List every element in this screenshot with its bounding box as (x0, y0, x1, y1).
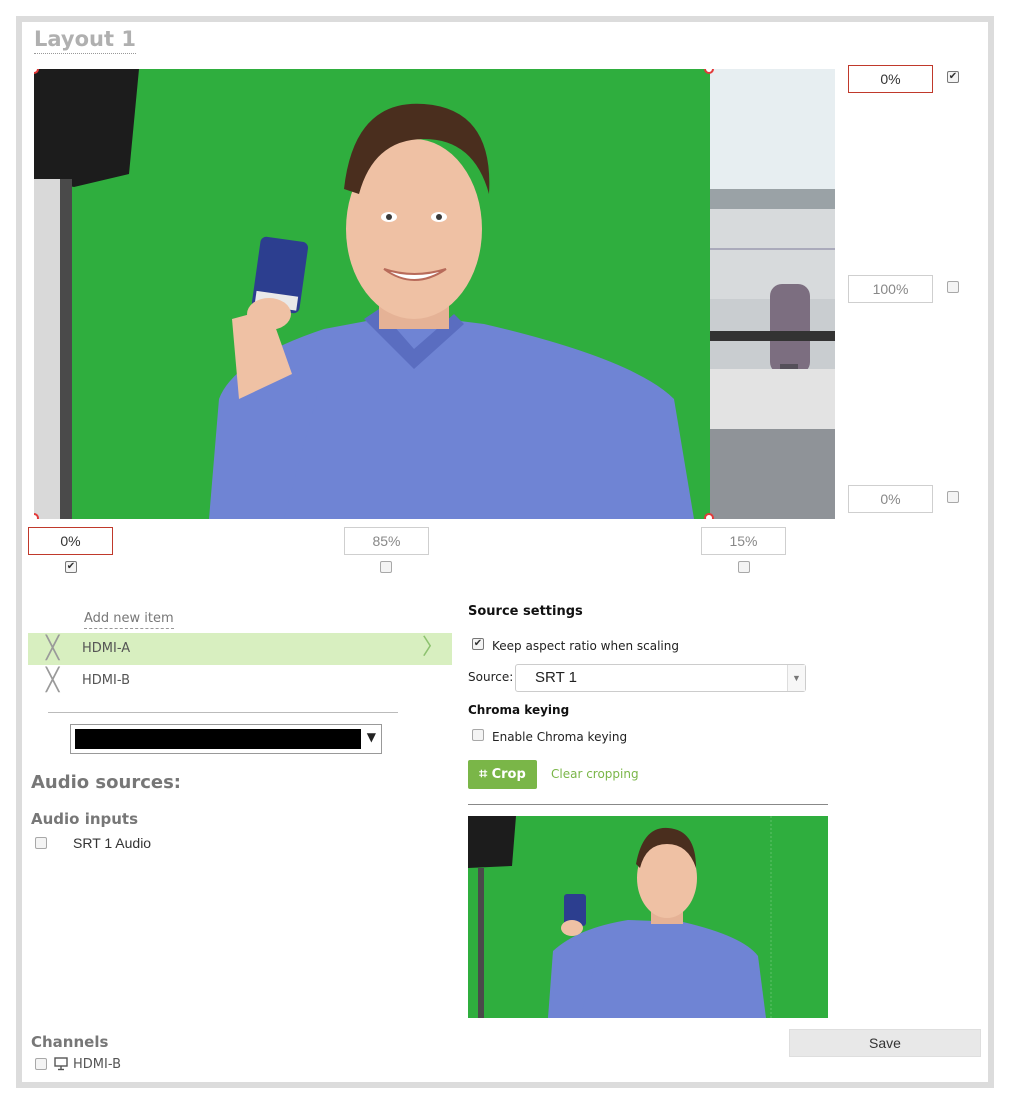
position-width-lock-checkbox[interactable] (380, 561, 392, 573)
layout-item-hdmi-a[interactable]: ╳ HDMI-A 〉 (28, 633, 452, 665)
enable-chroma-keying-checkbox[interactable] (472, 729, 484, 741)
source-preview (468, 816, 828, 1018)
preview-presenter-illustration (468, 816, 828, 1018)
save-button[interactable]: Save (789, 1029, 981, 1057)
position-bottom-input[interactable]: 0% (848, 485, 933, 513)
source-select-value: SRT 1 (535, 669, 577, 686)
chroma-keying-heading: Chroma keying (468, 703, 570, 717)
presenter-illustration (34, 69, 710, 519)
position-right-input[interactable]: 15% (701, 527, 786, 555)
audio-input-checkbox[interactable] (35, 837, 47, 849)
layout-item-label: HDMI-B (82, 673, 130, 688)
source-settings-heading: Source settings (468, 604, 583, 619)
audio-inputs-heading: Audio inputs (31, 810, 139, 828)
office-room-illustration (710, 69, 835, 519)
crop-button[interactable]: ⌗ Crop (468, 760, 537, 789)
layout-item-label: HDMI-A (82, 641, 131, 656)
position-height-lock-checkbox[interactable] (947, 281, 959, 293)
source-select[interactable]: SRT 1 ▼ (515, 664, 806, 692)
channels-heading: Channels (31, 1033, 109, 1051)
position-top-input[interactable]: 0% (848, 65, 933, 93)
divider (468, 804, 828, 805)
background-color-select[interactable]: ▼ (70, 724, 382, 754)
position-left-input[interactable]: 0% (28, 527, 113, 555)
layout-editor-frame: Layout 1 0% ✔ 100% 0% 0% ✔ 85% 15% Add n… (16, 16, 994, 1088)
monitor-icon (54, 1056, 68, 1075)
position-right-lock-checkbox[interactable] (738, 561, 750, 573)
chevron-right-icon: 〉 (421, 635, 444, 660)
color-swatch (75, 729, 361, 749)
position-top-lock-checkbox[interactable]: ✔ (947, 71, 959, 83)
remove-item-icon[interactable]: ╳ (46, 670, 59, 692)
dropdown-arrow-icon: ▼ (366, 730, 376, 744)
remove-item-icon[interactable]: ╳ (46, 638, 59, 660)
hdmi-a-source-image[interactable] (34, 69, 710, 519)
keep-aspect-ratio-label: Keep aspect ratio when scaling (492, 639, 679, 653)
clear-cropping-link[interactable]: Clear cropping (551, 767, 639, 781)
dropdown-arrow-icon: ▼ (787, 665, 805, 691)
layout-canvas[interactable] (34, 69, 835, 519)
channel-checkbox[interactable] (35, 1058, 47, 1070)
divider (48, 712, 398, 713)
position-bottom-lock-checkbox[interactable] (947, 491, 959, 503)
layout-item-hdmi-b[interactable]: ╳ HDMI-B (28, 665, 452, 697)
enable-chroma-keying-label: Enable Chroma keying (492, 730, 628, 744)
background-source-image (710, 69, 835, 519)
audio-sources-heading: Audio sources: (31, 772, 181, 793)
source-label: Source: (468, 670, 514, 684)
keep-aspect-ratio-checkbox[interactable]: ✔ (472, 638, 484, 650)
position-height-input[interactable]: 100% (848, 275, 933, 303)
audio-input-label: SRT 1 Audio (73, 835, 152, 851)
channel-label: HDMI-B (73, 1057, 121, 1072)
crop-button-label: Crop (491, 767, 526, 782)
layout-title[interactable]: Layout 1 (34, 26, 136, 54)
position-width-input[interactable]: 85% (344, 527, 429, 555)
add-new-item-link[interactable]: Add new item (84, 610, 174, 629)
resize-handle-bottom-right[interactable] (704, 513, 714, 519)
position-left-lock-checkbox[interactable]: ✔ (65, 561, 77, 573)
crop-icon: ⌗ (479, 766, 488, 782)
